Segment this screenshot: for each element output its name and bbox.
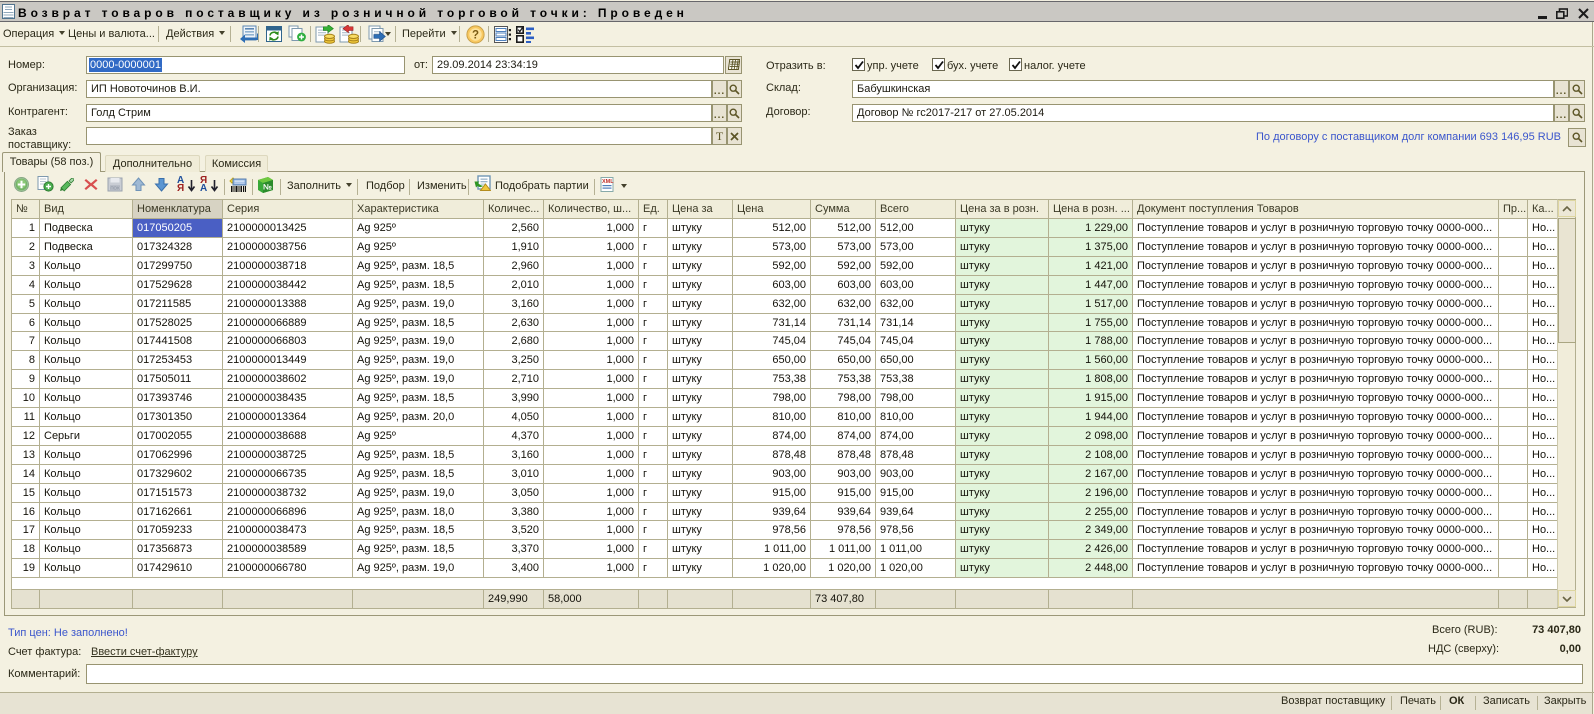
svg-text:?: ? [472,30,479,42]
svg-text:XML: XML [602,179,614,185]
svg-text:№: № [263,183,272,192]
svg-text:ПОК: ПОК [110,186,120,191]
